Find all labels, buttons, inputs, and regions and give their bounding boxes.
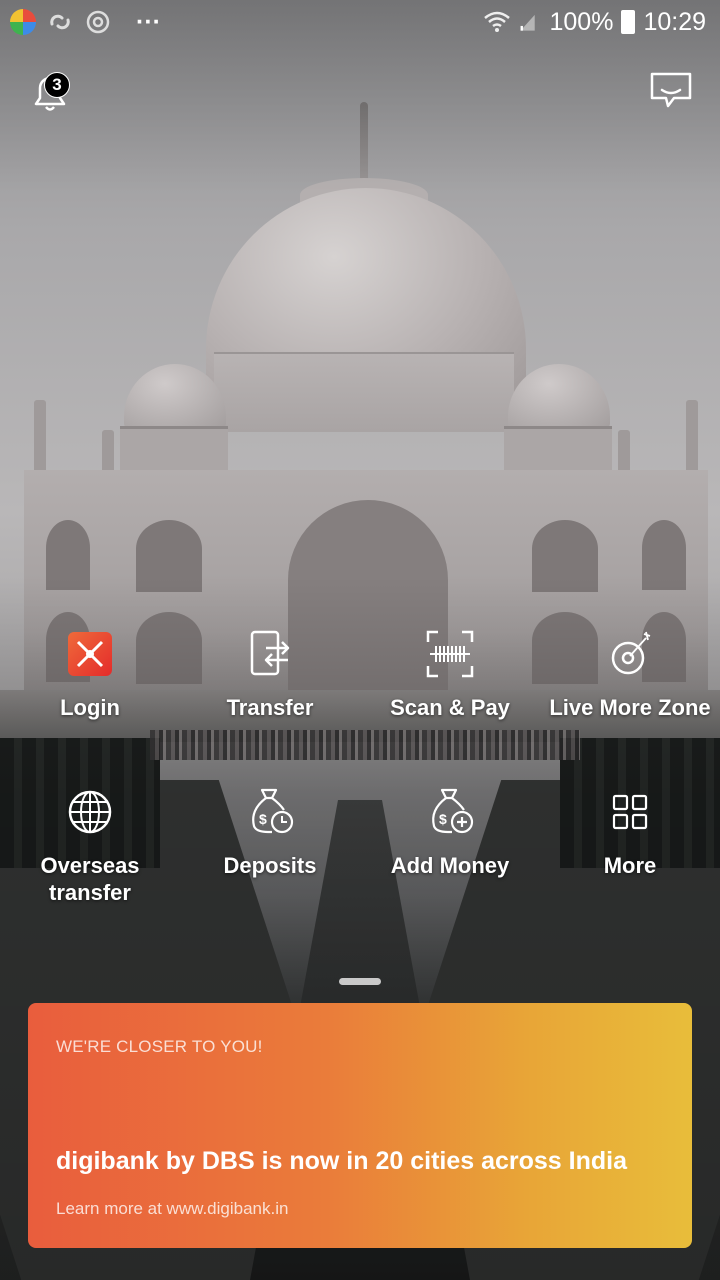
barcode-scan-icon (426, 630, 474, 678)
target-dart-icon (611, 631, 651, 675)
promo-link[interactable]: Learn more at www.digibank.in (56, 1199, 288, 1219)
overseas-transfer-label: Overseas transfer (40, 853, 140, 905)
transfer-label: Transfer (226, 695, 314, 720)
battery-icon (621, 10, 636, 34)
deposits-button[interactable]: $ Deposits (180, 788, 360, 879)
login-label: Login (60, 695, 120, 720)
svg-text:$: $ (259, 811, 267, 827)
deposits-label: Deposits (223, 853, 317, 878)
grid-icon (612, 794, 648, 830)
wifi-icon (484, 11, 511, 32)
overseas-transfer-button[interactable]: Overseas transfer (0, 788, 180, 906)
drawer-handle[interactable] (339, 978, 381, 985)
live-more-zone-label: Live More Zone (549, 695, 711, 720)
transfer-button[interactable]: Transfer (180, 630, 360, 721)
live-more-zone-button[interactable]: Live More Zone (540, 630, 720, 721)
more-label: More (603, 853, 657, 878)
battery-percent: 100% (549, 7, 614, 36)
phone-transfer-icon (250, 630, 290, 676)
svg-text:$: $ (439, 811, 447, 827)
status-bar: ··· 100% 10:29 (0, 0, 720, 44)
login-button[interactable]: Login (0, 630, 180, 721)
promo-card[interactable]: WE'RE CLOSER TO YOU! digibank by DBS is … (28, 1003, 692, 1248)
notification-overflow: ··· (136, 7, 161, 36)
link-icon (50, 14, 70, 30)
promo-headline: digibank by DBS is now in 20 cities acro… (56, 1147, 627, 1175)
scan-pay-button[interactable]: Scan & Pay (360, 630, 540, 721)
clock: 10:29 (643, 7, 706, 36)
more-button[interactable]: More (540, 788, 720, 879)
add-money-label: Add Money (390, 853, 510, 878)
moneybag-plus-icon: $ (432, 788, 474, 834)
app-launcher-icon (10, 9, 36, 35)
notification-badge: 3 (44, 72, 70, 98)
globe-icon (68, 790, 112, 834)
dbs-logo-icon (68, 632, 112, 676)
target-icon (86, 10, 110, 34)
chat-icon[interactable] (648, 70, 694, 112)
scan-pay-label: Scan & Pay (390, 695, 510, 720)
add-money-button[interactable]: $ Add Money (360, 788, 540, 879)
moneybag-clock-icon: $ (252, 788, 294, 834)
promo-eyebrow: WE'RE CLOSER TO YOU! (56, 1037, 263, 1056)
signal-icon (521, 14, 536, 31)
